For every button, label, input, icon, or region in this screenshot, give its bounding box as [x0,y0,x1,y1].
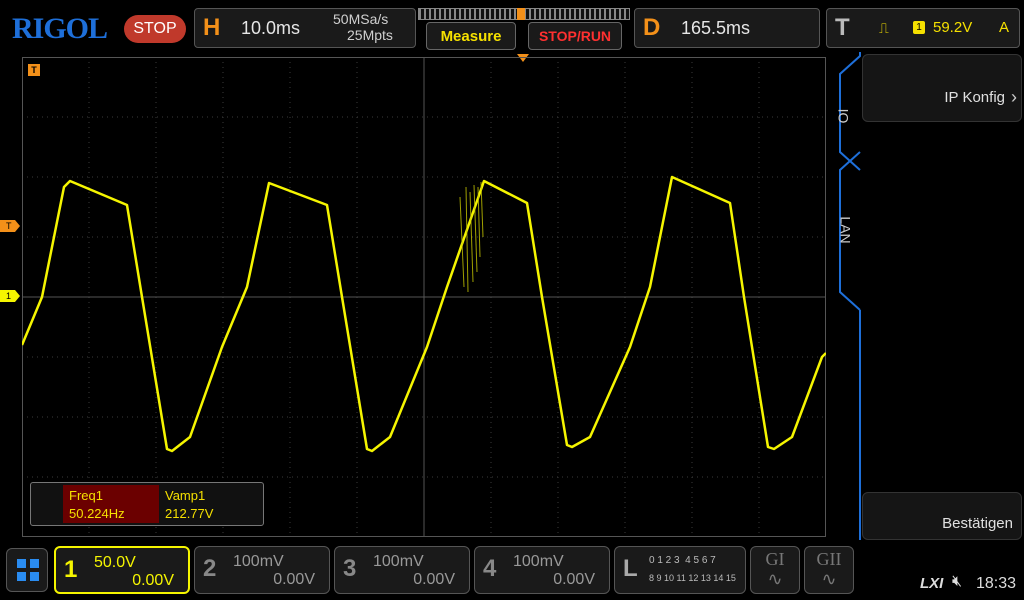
clock-time: 18:33 [976,575,1017,592]
measurement-panel[interactable]: Freq1 50.224Hz Vamp1 212.77V [30,482,264,526]
chevron-right-icon: › [1011,87,1017,107]
freq-cell: Freq1 50.224Hz [63,485,159,523]
channel1-offset: 0.00V [132,572,174,589]
confirm-label: Bestätigen [942,515,1013,532]
channel2-offset: 0.00V [273,571,315,588]
logic-row2: 8 9 10 11 12 13 14 15 [649,573,736,583]
freq-header: Freq1 [69,488,103,503]
stop-run-label: STOP/RUN [538,28,612,44]
logic-letter: L [623,555,638,582]
channel1-offset-marker[interactable]: 1 [0,290,20,302]
channel4-number: 4 [483,555,497,582]
channel4-offset: 0.00V [553,571,595,588]
logic-analyzer-box[interactable]: L 0 1 2 3 4 5 6 7 8 9 10 11 12 13 14 15 [614,546,746,594]
channel3-scale: 100mV [373,553,424,570]
menu-tab-frame [839,52,861,540]
trigger-letter: T [835,14,850,41]
generator1-button[interactable]: GI ∿ [750,546,800,594]
trigger-source: 1 [913,21,925,34]
logic-row1: 0 1 2 3 4 5 6 7 [649,555,716,566]
channel1-scale: 50.0V [94,554,136,571]
overview-window-icon [517,8,525,20]
app-menu-button[interactable] [6,548,48,592]
channel3-box[interactable]: 3 100mV 0.00V [334,546,470,594]
channel4-scale: 100mV [513,553,564,570]
trigger-mode: A [999,19,1010,36]
trigger-level-marker[interactable]: T [0,220,20,232]
measure-button[interactable]: Measure [426,22,516,50]
channel2-number: 2 [203,555,217,582]
tab-lan[interactable]: LAN [838,216,854,243]
speaker-muted-icon[interactable]: 🔇︎ [952,573,962,591]
vamp-value: 212.77V [165,506,214,521]
ip-config-label: IP Konfig [944,89,1005,106]
waveform-display[interactable] [22,57,826,537]
lxi-icon: LXI [920,575,944,592]
vamp-cell: Vamp1 212.77V [159,485,259,523]
delay-letter: D [643,14,661,41]
run-state-badge: STOP [124,15,186,43]
stop-run-button[interactable]: STOP/RUN [528,22,622,50]
confirm-button[interactable]: Bestätigen [862,492,1022,540]
timebase-value: 10.0ms [241,18,301,38]
rigol-logo: RIGOL [12,12,108,45]
sine-wave-icon: ∿ [767,569,783,589]
ip-config-button[interactable]: IP Konfig › [862,54,1022,122]
trigger-level: 59.2V [933,19,973,36]
horizontal-letter: H [203,14,221,41]
channel1-box[interactable]: 1 50.0V 0.00V [54,546,190,594]
horizontal-panel[interactable]: H 10.0ms 50MSa/s 25Mpts [194,8,416,48]
sine-wave-icon: ∿ [821,569,837,589]
channel3-offset: 0.00V [413,571,455,588]
channel3-number: 3 [343,555,357,582]
delay-panel[interactable]: D 165.5ms [634,8,820,48]
right-menu-panel: IO LAN IP Konfig › Bestätigen [826,52,1024,540]
tab-io[interactable]: IO [835,109,851,124]
channel4-box[interactable]: 4 100mV 0.00V [474,546,610,594]
delay-value: 165.5ms [681,18,751,38]
grid-menu-icon [17,559,39,581]
trigger-edge-icon: ⎍ [879,20,889,36]
generator1-label: GI [765,549,785,569]
vamp-header: Vamp1 [165,488,206,503]
channel1-number: 1 [64,556,78,583]
measure-label: Measure [440,28,502,45]
freq-value: 50.224Hz [69,506,125,521]
memory-overview-bar [418,8,630,20]
channel2-box[interactable]: 2 100mV 0.00V [194,546,330,594]
generator2-label: GII [816,549,842,569]
trigger-panel[interactable]: T ⎍ 1 59.2V A [826,8,1020,48]
memory-depth: 25Mpts [347,27,393,43]
sample-rate: 50MSa/s [333,11,389,27]
channel2-scale: 100mV [233,553,284,570]
generator2-button[interactable]: GII ∿ [804,546,854,594]
